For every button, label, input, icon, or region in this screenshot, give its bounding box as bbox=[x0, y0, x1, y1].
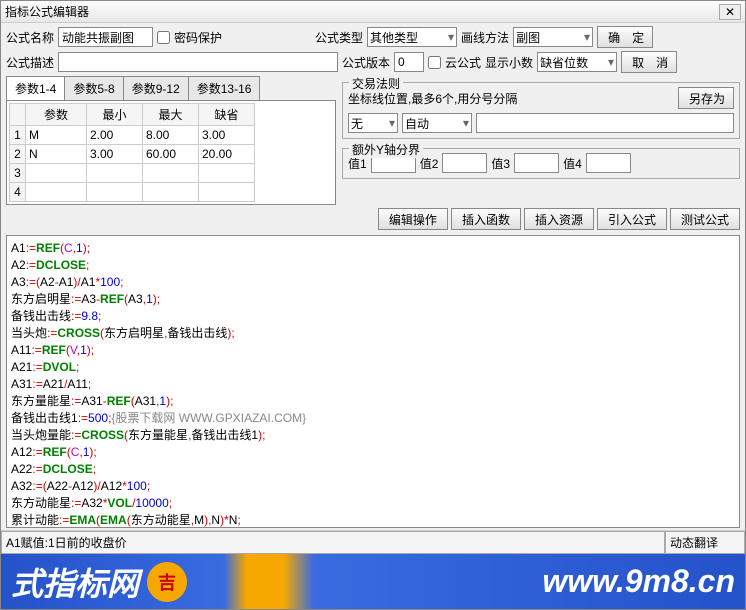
action-button[interactable]: 编辑操作 bbox=[378, 208, 448, 230]
param-cell[interactable] bbox=[143, 164, 198, 182]
cloud-label: 云公式 bbox=[445, 54, 481, 71]
v4-input[interactable] bbox=[586, 153, 631, 173]
save-as-button[interactable]: 另存为 bbox=[678, 87, 734, 109]
param-cell[interactable] bbox=[143, 126, 198, 144]
chevron-down-icon: ▾ bbox=[444, 30, 454, 44]
formula-desc-label: 公式描述 bbox=[6, 54, 54, 71]
trade-rule-fieldset: 交易法则 坐标线位置,最多6个,用分号分隔 另存为 无▾ 自动▾ bbox=[342, 82, 740, 139]
action-button[interactable]: 引入公式 bbox=[597, 208, 667, 230]
param-cell[interactable] bbox=[199, 126, 254, 144]
formula-version-label: 公式版本 bbox=[342, 54, 390, 71]
top-form: 公式名称 密码保护 公式类型 其他类型▾ 画线方法 副图▾ 确 定 公式描述 公… bbox=[1, 23, 745, 76]
tab-3[interactable]: 参数13-16 bbox=[188, 76, 261, 100]
footer-banner: 式指标网 吉 www.9m8.cn bbox=[1, 554, 745, 609]
status-bar: A1赋值:1日前的收盘价 动态翻译 bbox=[1, 530, 745, 554]
formula-desc-input[interactable] bbox=[58, 52, 338, 72]
editor-window: 指标公式编辑器 ✕ 公式名称 密码保护 公式类型 其他类型▾ 画线方法 副图▾ … bbox=[0, 0, 746, 610]
cancel-button[interactable]: 取 消 bbox=[621, 51, 677, 73]
action-toolbar: 编辑操作插入函数插入资源引入公式测试公式 bbox=[1, 205, 745, 233]
param-cell[interactable] bbox=[143, 183, 198, 201]
coord-hint: 坐标线位置,最多6个,用分号分隔 bbox=[348, 90, 674, 107]
cloud-checkbox[interactable] bbox=[428, 56, 441, 69]
mid-area: 参数1-4参数5-8参数9-12参数13-16 参数最小最大缺省1234 交易法… bbox=[1, 76, 745, 205]
chevron-down-icon: ▾ bbox=[604, 55, 614, 69]
formula-name-label: 公式名称 bbox=[6, 29, 54, 46]
param-grid: 参数最小最大缺省1234 bbox=[6, 100, 336, 205]
yaxis-legend: 额外Y轴分界 bbox=[349, 141, 423, 158]
formula-version-input[interactable] bbox=[394, 52, 424, 72]
chevron-down-icon: ▾ bbox=[385, 116, 395, 130]
coord-input[interactable] bbox=[476, 113, 734, 133]
formula-type-select[interactable]: 其他类型▾ bbox=[367, 27, 457, 47]
decimal-select[interactable]: 缺省位数▾ bbox=[537, 52, 617, 72]
y-axis-fieldset: 额外Y轴分界 值1 值2 值3 值4 bbox=[342, 148, 740, 179]
draw-method-label: 画线方法 bbox=[461, 29, 509, 46]
footer-right: www.9m8.cn bbox=[542, 563, 735, 600]
titlebar: 指标公式编辑器 ✕ bbox=[1, 1, 745, 23]
param-cell[interactable] bbox=[26, 183, 86, 201]
coin-icon: 吉 bbox=[147, 562, 187, 602]
footer-left: 式指标网 bbox=[11, 559, 139, 605]
decimal-label: 显示小数 bbox=[485, 54, 533, 71]
window-title: 指标公式编辑器 bbox=[5, 3, 719, 20]
param-cell[interactable] bbox=[87, 164, 142, 182]
status-left: A1赋值:1日前的收盘价 bbox=[1, 531, 665, 554]
ok-button[interactable]: 确 定 bbox=[597, 26, 653, 48]
password-checkbox[interactable] bbox=[157, 31, 170, 44]
param-tabs: 参数1-4参数5-8参数9-12参数13-16 bbox=[6, 76, 336, 100]
param-cell[interactable] bbox=[143, 145, 198, 163]
action-button[interactable]: 插入资源 bbox=[524, 208, 594, 230]
tab-2[interactable]: 参数9-12 bbox=[123, 76, 189, 100]
param-cell[interactable] bbox=[199, 183, 254, 201]
v4-label: 值4 bbox=[563, 155, 582, 172]
password-label: 密码保护 bbox=[174, 29, 222, 46]
param-cell[interactable] bbox=[87, 183, 142, 201]
param-cell[interactable] bbox=[199, 164, 254, 182]
tab-0[interactable]: 参数1-4 bbox=[6, 76, 65, 100]
action-button[interactable]: 测试公式 bbox=[670, 208, 740, 230]
param-cell[interactable] bbox=[87, 126, 142, 144]
formula-name-input[interactable] bbox=[58, 27, 153, 47]
param-panel: 参数1-4参数5-8参数9-12参数13-16 参数最小最大缺省1234 bbox=[6, 76, 336, 205]
v3-input[interactable] bbox=[514, 153, 559, 173]
param-cell[interactable] bbox=[199, 145, 254, 163]
param-cell[interactable] bbox=[87, 145, 142, 163]
v2-input[interactable] bbox=[442, 153, 487, 173]
formula-type-label: 公式类型 bbox=[315, 29, 363, 46]
trade-select-1[interactable]: 无▾ bbox=[348, 113, 398, 133]
chevron-down-icon: ▾ bbox=[580, 30, 590, 44]
param-cell[interactable] bbox=[26, 145, 86, 163]
trade-legend: 交易法则 bbox=[349, 75, 403, 92]
trade-select-2[interactable]: 自动▾ bbox=[402, 113, 472, 133]
param-cell[interactable] bbox=[26, 164, 86, 182]
status-right: 动态翻译 bbox=[665, 531, 745, 554]
draw-method-select[interactable]: 副图▾ bbox=[513, 27, 593, 47]
code-editor[interactable]: A1:=REF(C,1);A2:=DCLOSE;A3:=(A2-A1)/A1*1… bbox=[6, 235, 740, 528]
param-cell[interactable] bbox=[26, 126, 86, 144]
v3-label: 值3 bbox=[491, 155, 510, 172]
close-icon[interactable]: ✕ bbox=[719, 4, 741, 20]
tab-1[interactable]: 参数5-8 bbox=[64, 76, 123, 100]
action-button[interactable]: 插入函数 bbox=[451, 208, 521, 230]
chevron-down-icon: ▾ bbox=[459, 116, 469, 130]
